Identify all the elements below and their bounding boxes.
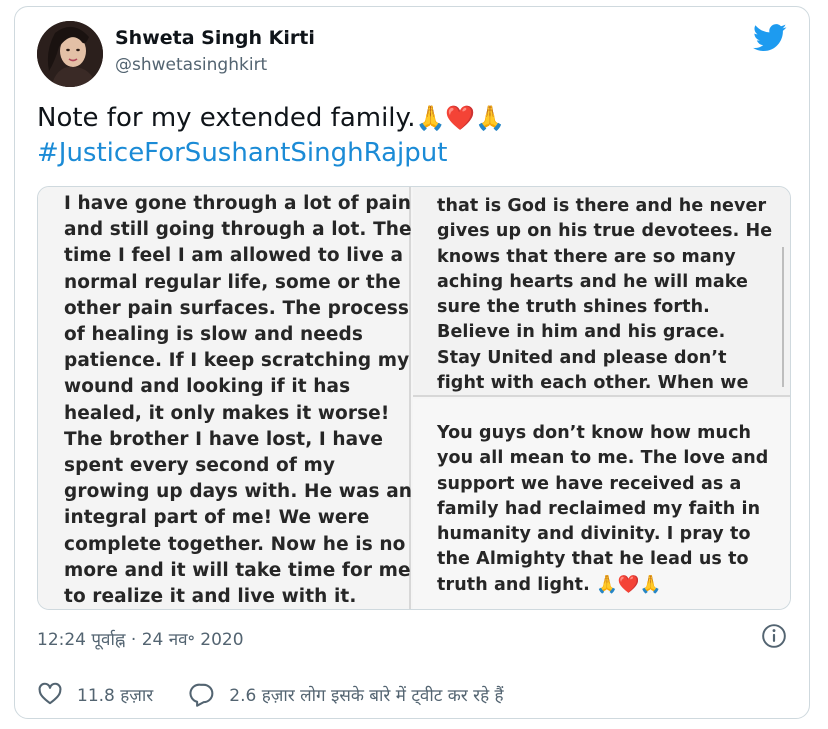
note-line: patience. If I keep scratching my: [64, 350, 410, 372]
note-line: You guys don’t know how much: [437, 423, 752, 443]
note-line: and still going through a lot. The: [64, 219, 412, 241]
note-line: Stay United and please don’t: [437, 347, 727, 368]
tweet-timestamp[interactable]: 12:24 पूर्वाह्न · 24 नव॰ 2020: [37, 627, 244, 650]
tweet-card: Shweta Singh Kirti @shwetasinghkirt Note…: [14, 6, 810, 719]
note-line: Believe in him and his grace.: [437, 322, 726, 343]
reply-conversation-button[interactable]: 2.6 हज़ार लोग इसके बारे में ट्वीट कर रहे…: [189, 681, 504, 707]
note-line: humanity and divinity. I pray to: [437, 524, 751, 545]
like-button[interactable]: 11.8 हज़ार: [37, 681, 153, 707]
note-line: integral part of me! We were: [64, 507, 370, 529]
note-line: wound and looking if it has: [64, 376, 351, 398]
conversation-text: 2.6 हज़ार लोग इसके बारे में ट्वीट कर रहे…: [229, 685, 504, 706]
note-line: support we have received as a: [437, 473, 742, 494]
note-line: growing up days with. He was an: [64, 481, 413, 503]
note-line: other pain surfaces. The process: [64, 297, 409, 319]
heart-icon: [38, 682, 62, 705]
note-line: of healing is slow and needs: [64, 324, 363, 346]
note-panel-right-top: that is God is there and he never gives u…: [413, 187, 790, 397]
tweet-media-image[interactable]: I have gone through a lot of pain and sti…: [37, 186, 791, 610]
note-line: that is God is there and he never: [437, 196, 767, 216]
note-line: healed, it only makes it worse!: [64, 402, 390, 424]
like-count: 11.8 हज़ार: [77, 685, 154, 706]
panel-scroll-indicator: [782, 247, 784, 387]
speech-bubble-icon: [189, 683, 214, 707]
avatar[interactable]: [37, 21, 103, 87]
note-line: fight with each other. When we: [437, 373, 749, 394]
info-icon[interactable]: [761, 623, 787, 649]
note-line: I have gone through a lot of pain: [64, 193, 412, 214]
note-line: time I feel I am allowed to live a: [64, 245, 404, 267]
note-line: knows that there are so many: [437, 246, 736, 267]
note-line: gives up on his true devotees. He: [437, 221, 773, 242]
note-line: more and it will take time for me: [64, 559, 411, 581]
note-line: family had reclaimed my faith in: [437, 498, 761, 519]
note-line: sure the truth shines forth.: [437, 297, 710, 318]
tweet-actions: 11.8 हज़ार 2.6 हज़ार लोग इसके बारे में ट…: [37, 679, 504, 709]
note-line: aching hearts and he will make: [437, 271, 749, 292]
note-panel-right-bottom: You guys don’t know how much you all mean…: [413, 399, 790, 609]
hashtag-link[interactable]: #JusticeForSushantSinghRajput: [37, 136, 505, 171]
note-panel-left: I have gone through a lot of pain and sti…: [38, 187, 413, 609]
author-display-name[interactable]: Shweta Singh Kirti: [115, 27, 315, 49]
author-handle[interactable]: @shwetasinghkirt: [115, 55, 267, 75]
twitter-bird-icon[interactable]: [753, 23, 787, 53]
note-line: to realize it and live with it.: [64, 586, 357, 608]
note-line: you all mean to me. The love and: [437, 448, 769, 469]
note-line: spent every second of my: [64, 455, 336, 477]
note-line: The brother I have lost, I have: [64, 428, 384, 450]
note-line: truth and light. 🙏❤️🙏: [437, 574, 662, 595]
profile-photo: [37, 21, 103, 87]
note-line: complete together. Now he is no: [64, 533, 406, 555]
note-line: normal regular life, some or the: [64, 271, 401, 293]
tweet-body: Note for my extended family.: [37, 103, 416, 133]
tweet-emojis: 🙏❤️🙏: [415, 104, 506, 132]
tweet-text: Note for my extended family.🙏❤️🙏 #Justic…: [37, 101, 505, 171]
note-line: the Almighty that he lead us to: [437, 549, 749, 570]
